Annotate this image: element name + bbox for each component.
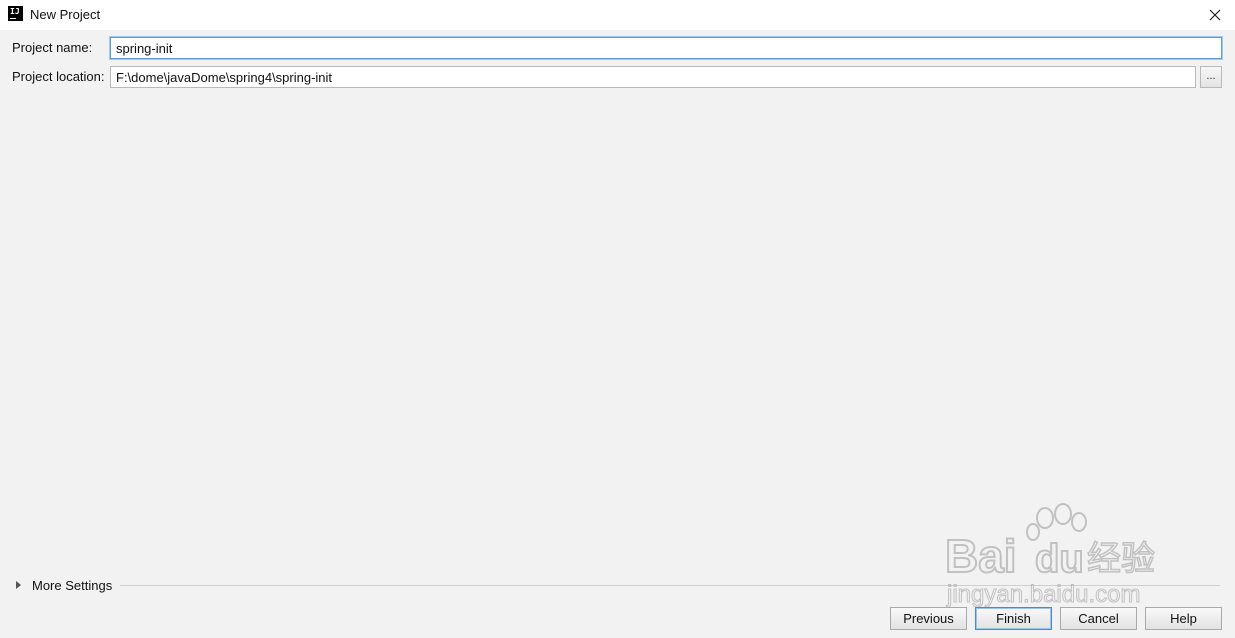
cancel-button-label: Cancel — [1078, 611, 1119, 626]
finish-button-label: Finish — [996, 611, 1031, 626]
watermark-brand-2: du — [1035, 537, 1084, 581]
project-location-label: Project location: — [12, 69, 105, 84]
previous-button[interactable]: Previous — [890, 607, 967, 630]
project-name-label: Project name: — [12, 40, 93, 55]
new-project-dialog: IJ New Project Project name: Project loc… — [0, 0, 1235, 638]
previous-button-label: Previous — [903, 611, 954, 626]
expand-triangle-icon — [16, 581, 21, 589]
project-name-input[interactable] — [110, 37, 1222, 59]
help-button[interactable]: Help — [1145, 607, 1222, 630]
intellij-app-icon: IJ — [8, 6, 23, 21]
close-icon[interactable] — [1205, 5, 1225, 25]
more-settings-label: More Settings — [32, 577, 113, 593]
baidu-jingyan-watermark-logo: Bai du 经验 jingyan.baidu.com — [945, 503, 1156, 609]
cancel-button[interactable]: Cancel — [1060, 607, 1137, 630]
watermark-url: jingyan.baidu.com — [946, 581, 1140, 608]
app-icon-text: IJ — [10, 7, 20, 16]
help-button-label: Help — [1170, 611, 1197, 626]
browse-location-button[interactable]: ... — [1200, 66, 1222, 88]
window-title: New Project — [30, 7, 101, 22]
title-bar: IJ New Project — [0, 0, 1235, 30]
project-location-input[interactable] — [110, 66, 1196, 88]
finish-button[interactable]: Finish — [975, 607, 1052, 630]
watermark-brand: Bai — [945, 530, 1017, 582]
watermark-cn: 经验 — [1087, 539, 1155, 579]
more-settings-toggle[interactable]: More Settings — [16, 576, 112, 594]
